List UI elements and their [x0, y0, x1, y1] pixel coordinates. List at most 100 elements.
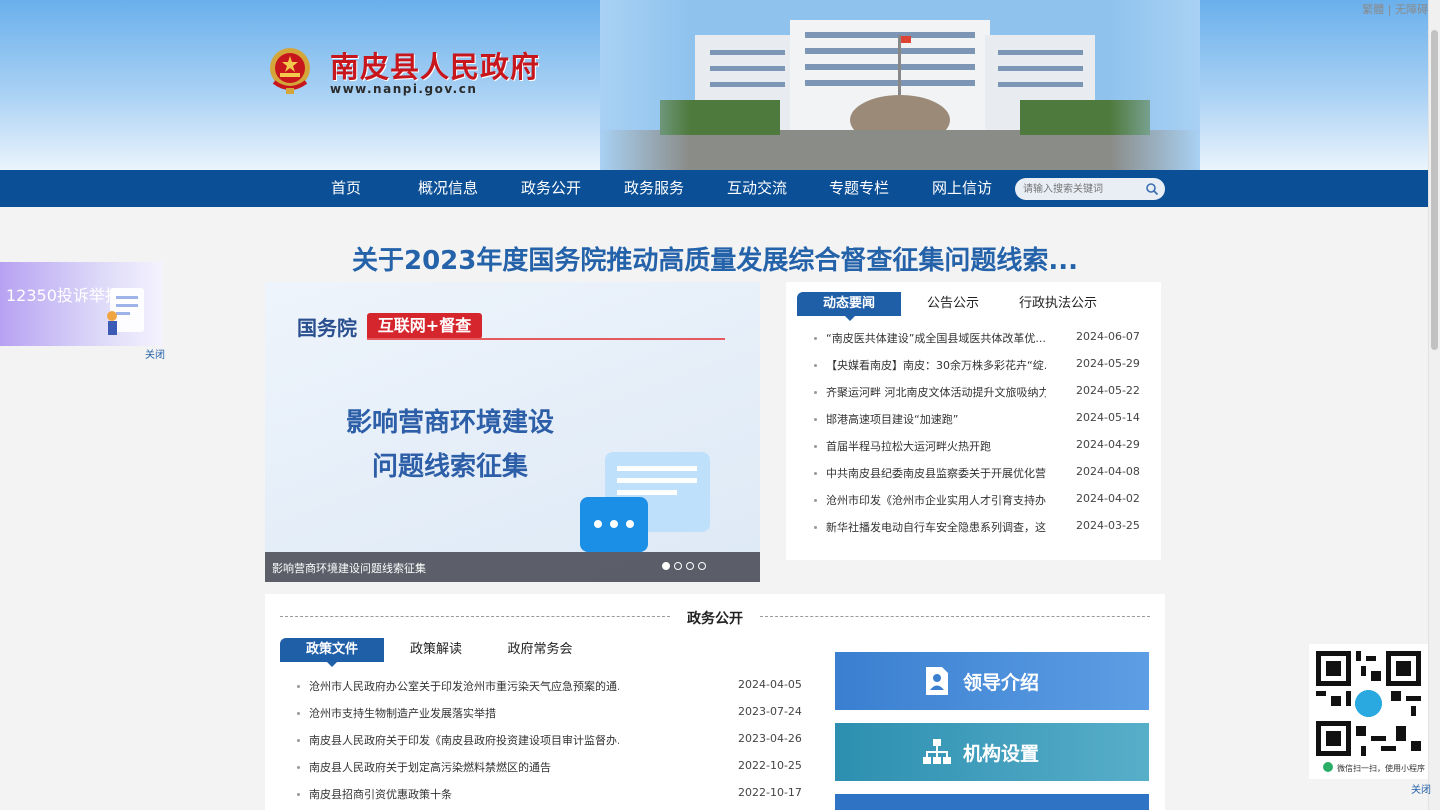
slide-dot[interactable] [698, 562, 706, 570]
slideshow[interactable]: 国务院 互联网+督查 影响营商环境建设 问题线索征集 影响营商环境建设问题线索征… [265, 282, 760, 582]
news-item[interactable]: 齐聚运河畔 河北南皮文体活动提升文旅吸纳力 2024-05-22 [814, 384, 1144, 402]
qr-code-icon [1316, 651, 1421, 756]
tab-policy-interpretation[interactable]: 政策解读 [405, 638, 467, 662]
news-item[interactable]: 中共南皮县纪委南皮县监察委关于开展优化营... 2024-04-08 [814, 465, 1144, 483]
news-item[interactable]: 新华社播发电动自行车安全隐患系列调查，这... 2024-03-25 [814, 519, 1144, 537]
list-bullet [814, 418, 817, 421]
policy-item-title[interactable]: 沧州市支持生物制造产业发展落实举措 [309, 705, 619, 721]
slide-dot[interactable] [674, 562, 682, 570]
site-header: 繁體 | 无障碍 南皮县人民政府 www.nanpi.gov.cn [0, 0, 1440, 170]
policy-item[interactable]: 沧州市支持生物制造产业发展落实举措 2023-07-24 [297, 705, 807, 723]
news-item-title[interactable]: 邯港高速项目建设“加速跑” [826, 411, 1046, 427]
news-item-date: 2024-04-08 [1076, 465, 1140, 478]
tab-policy-documents[interactable]: 政策文件 [280, 638, 384, 667]
news-item[interactable]: 沧州市印发《沧州市企业实用人才引育支持办... 2024-04-02 [814, 492, 1144, 510]
slide-heading-line1: 影响营商环境建设 [345, 408, 554, 438]
qr-caption: 微信扫一扫，使用小程序 [1337, 764, 1425, 773]
qr-panel-close-button[interactable]: 关闭 [1411, 781, 1431, 796]
policy-item-date: 2024-04-05 [738, 678, 802, 691]
news-item-date: 2024-06-07 [1076, 330, 1140, 343]
list-bullet [814, 337, 817, 340]
mini-program-qr-panel: 微信扫一扫，使用小程序 [1309, 644, 1428, 779]
scrollbar-thumb[interactable] [1431, 30, 1438, 350]
news-item-title[interactable]: 沧州市印发《沧州市企业实用人才引育支持办... [826, 492, 1046, 508]
list-bullet [814, 445, 817, 448]
policy-item-date: 2023-04-26 [738, 732, 802, 745]
organization-structure-label: 机构设置 [963, 743, 1040, 765]
leadership-intro-button[interactable]: 领导介绍 [835, 652, 1149, 710]
news-item[interactable]: “南皮医共体建设”成全国县域医共体改革优... 2024-06-07 [814, 330, 1144, 348]
nav-item-online-petition[interactable]: 网上信访 [932, 170, 992, 207]
nav-item-home[interactable]: 首页 [331, 170, 361, 207]
tab-dynamic-news[interactable]: 动态要闻 [797, 292, 901, 321]
policy-item-title[interactable]: 沧州市人民政府办公室关于印发沧州市重污染天气应急预案的通... [309, 678, 619, 694]
list-bullet [814, 499, 817, 502]
wechat-icon [1323, 762, 1333, 772]
list-bullet [814, 472, 817, 475]
main-nav: 首页 概况信息 政务公开 政务服务 互动交流 专题专栏 网上信访 [0, 170, 1428, 207]
chat-bubble-icon [580, 452, 710, 552]
leadership-intro-label: 领导介绍 [963, 672, 1040, 694]
policy-item[interactable]: 沧州市人民政府办公室关于印发沧州市重污染天气应急预案的通... 2024-04-0… [297, 678, 807, 696]
news-item-title[interactable]: 首届半程马拉松大运河畔火热开跑 [826, 438, 1046, 454]
link-separator: | [1387, 3, 1392, 16]
traditional-chinese-link[interactable]: 繁體 [1362, 3, 1384, 16]
search-icon[interactable] [1145, 182, 1159, 196]
headline-link[interactable]: 关于2023年度国务院推动高质量发展综合督查征集问题线索... [265, 240, 1165, 277]
policy-item-title[interactable]: 南皮县人民政府关于划定高污染燃料禁燃区的通告 [309, 759, 619, 775]
news-item-title[interactable]: 新华社播发电动自行车安全隐患系列调查，这... [826, 519, 1046, 535]
policy-item[interactable]: 南皮县招商引资优惠政策十条 2022-10-17 [297, 786, 807, 804]
slide-dot[interactable] [662, 562, 670, 570]
news-item-title[interactable]: 齐聚运河畔 河北南皮文体活动提升文旅吸纳力 [826, 384, 1046, 400]
tab-announcements[interactable]: 公告公示 [916, 292, 990, 316]
policy-item[interactable]: 南皮县人民政府关于划定高污染燃料禁燃区的通告 2022-10-25 [297, 759, 807, 777]
complaint-hotline-ad[interactable]: 12350投诉举报 [0, 262, 163, 346]
slide-caption: 影响营商环境建设问题线索征集 [272, 562, 426, 575]
site-title[interactable]: 南皮县人民政府 [330, 44, 540, 86]
slide-tag: 互联网+督查 [367, 313, 482, 339]
slide-divider [367, 338, 725, 340]
nav-item-gov-open[interactable]: 政务公开 [521, 170, 581, 207]
organization-structure-button[interactable]: 机构设置 [835, 723, 1149, 781]
gov-open-section: 政务公开 政策文件 政策解读 政府常务会 沧州市人民政府办公室关于印发沧州市重污… [265, 594, 1165, 810]
news-item-date: 2024-05-14 [1076, 411, 1140, 424]
news-item-title[interactable]: 【央媒看南皮】南皮：30余万株多彩花卉“绽... [826, 357, 1046, 373]
list-bullet [297, 793, 300, 796]
news-item-title[interactable]: 中共南皮县纪委南皮县监察委关于开展优化营... [826, 465, 1046, 481]
nav-item-gov-service[interactable]: 政务服务 [624, 170, 684, 207]
policy-item[interactable]: 南皮县人民政府关于印发《南皮县政府投资建设项目审计监督办... 2023-04-2… [297, 732, 807, 750]
float-ad-close-button[interactable]: 关闭 [145, 346, 165, 361]
policy-item-title[interactable]: 南皮县人民政府关于印发《南皮县政府投资建设项目审计监督办... [309, 732, 619, 748]
accessibility-link[interactable]: 无障碍 [1395, 3, 1428, 16]
tab-executive-meeting[interactable]: 政府常务会 [505, 638, 575, 662]
nav-item-interaction[interactable]: 互动交流 [727, 170, 787, 207]
list-bullet [297, 685, 300, 688]
list-bullet [297, 712, 300, 715]
news-item[interactable]: 【央媒看南皮】南皮：30余万株多彩花卉“绽... 2024-05-29 [814, 357, 1144, 375]
news-item[interactable]: 邯港高速项目建设“加速跑” 2024-05-14 [814, 411, 1144, 429]
report-illustration-icon [107, 288, 144, 335]
search-box [1015, 178, 1165, 200]
news-item[interactable]: 首届半程马拉松大运河畔火热开跑 2024-04-29 [814, 438, 1144, 456]
news-item-date: 2024-05-22 [1076, 384, 1140, 397]
news-item-date: 2024-05-29 [1076, 357, 1140, 370]
news-item-date: 2024-04-02 [1076, 492, 1140, 505]
next-feature-button[interactable] [835, 794, 1149, 810]
slide-dot[interactable] [686, 562, 694, 570]
policy-item-title[interactable]: 南皮县招商引资优惠政策十条 [309, 786, 619, 802]
news-item-title[interactable]: “南皮医共体建设”成全国县域医共体改革优... [826, 330, 1046, 346]
nav-item-topics[interactable]: 专题专栏 [829, 170, 889, 207]
national-emblem-icon [270, 48, 310, 94]
list-bullet [814, 364, 817, 367]
search-input[interactable] [1023, 181, 1141, 197]
section-divider-right [760, 616, 1150, 617]
list-bullet [814, 391, 817, 394]
top-links: 繁體 | 无障碍 [1362, 1, 1428, 17]
government-building-photo [600, 0, 1200, 170]
tab-law-enforcement[interactable]: 行政执法公示 [1008, 292, 1108, 316]
policy-item-date: 2023-07-24 [738, 705, 802, 718]
news-panel: 动态要闻 公告公示 行政执法公示 “南皮医共体建设”成全国县域医共体改革优...… [786, 282, 1161, 560]
page-scrollbar[interactable] [1428, 0, 1440, 810]
slide-org-label: 国务院 [297, 316, 357, 340]
nav-item-overview[interactable]: 概况信息 [418, 170, 478, 207]
